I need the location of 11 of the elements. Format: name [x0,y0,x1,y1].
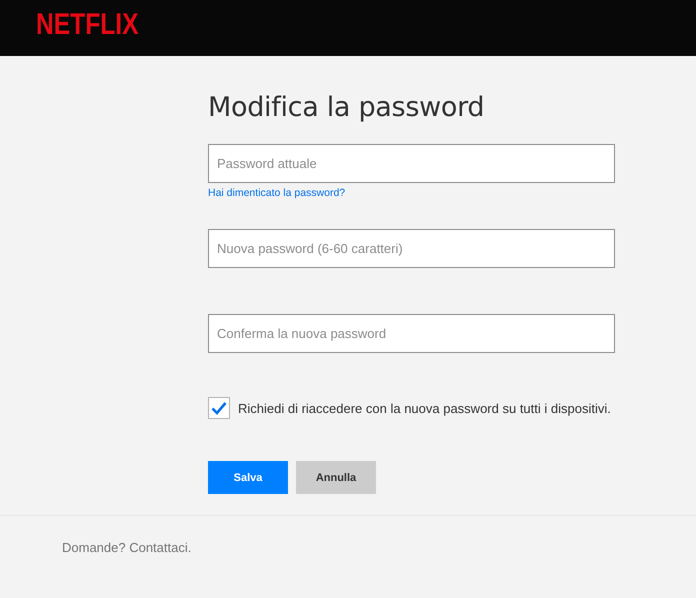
checkbox-label: Richiedi di riaccedere con la nuova password su tutti i dispositivi. [238,400,611,416]
forgot-password-link[interactable]: Hai dimenticato la password? [208,187,346,199]
cancel-button[interactable]: Annulla [296,461,376,494]
input-field[interactable]: Password attuale [208,144,615,183]
input-field[interactable]: Nuova password (6-60 caratteri) [208,229,615,268]
page-title: Modifica la password [208,91,486,125]
input-field[interactable]: Conferma la nuova password [208,314,615,353]
checkbox[interactable] [208,397,230,419]
logo[interactable]: NETFLIX [36,10,138,40]
contact-link[interactable]: Domande? Contattaci. [62,540,192,555]
save-button[interactable]: Salva [208,461,288,494]
